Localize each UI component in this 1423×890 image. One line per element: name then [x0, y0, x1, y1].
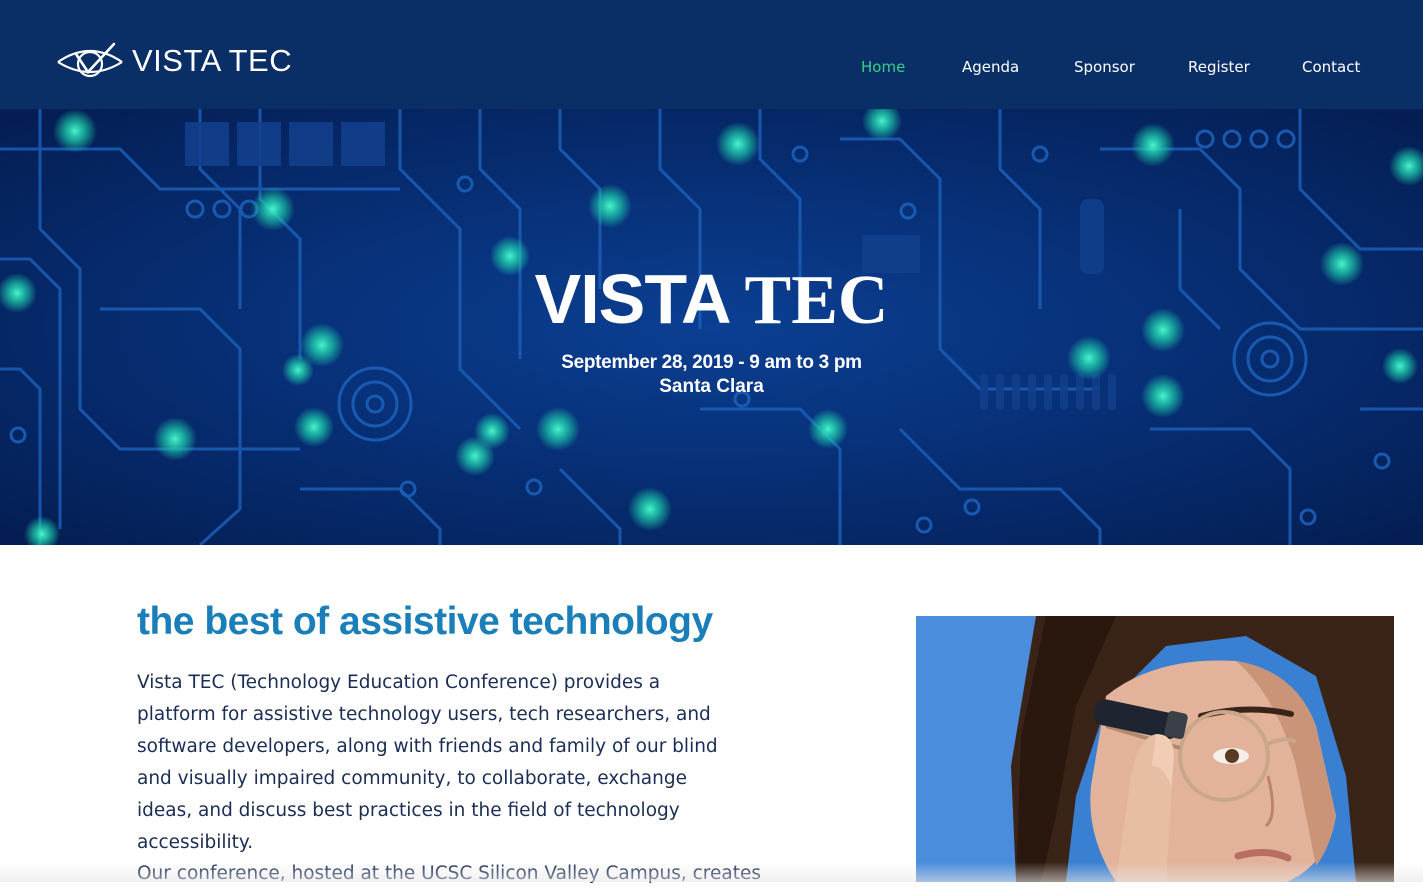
eye-check-logo-icon [57, 42, 123, 78]
hero-banner: VISTA TEC September 28, 2019 - 9 am to 3 … [0, 109, 1423, 545]
nav-home[interactable]: Home [861, 58, 905, 76]
woman-with-smart-glasses-device-photo [916, 616, 1394, 882]
nav-sponsor[interactable]: Sponsor [1074, 58, 1135, 76]
hero-title-tec: TEC [744, 262, 889, 339]
nav-contact[interactable]: Contact [1302, 58, 1360, 76]
site-logo[interactable]: VISTA TEC [54, 36, 292, 86]
intro-paragraph: Vista TEC (Technology Education Conferen… [137, 672, 718, 853]
nav-register[interactable]: Register [1188, 58, 1250, 76]
section-heading: the best of assistive technology [137, 600, 713, 643]
event-location: Santa Clara [659, 376, 764, 397]
event-date: September 28, 2019 - 9 am to 3 pm [561, 352, 862, 373]
hero-title: VISTA TEC [0, 259, 1423, 341]
hero-title-vista: VISTA [534, 260, 732, 338]
hero-photo-illustration [916, 616, 1394, 882]
site-header: VISTA TEC Home Agenda Sponsor Register C… [0, 0, 1423, 109]
nav-agenda[interactable]: Agenda [962, 58, 1019, 76]
logo-text: VISTA TEC [132, 43, 293, 78]
second-paragraph: Our conference, hosted at the UCSC Silic… [137, 863, 761, 884]
